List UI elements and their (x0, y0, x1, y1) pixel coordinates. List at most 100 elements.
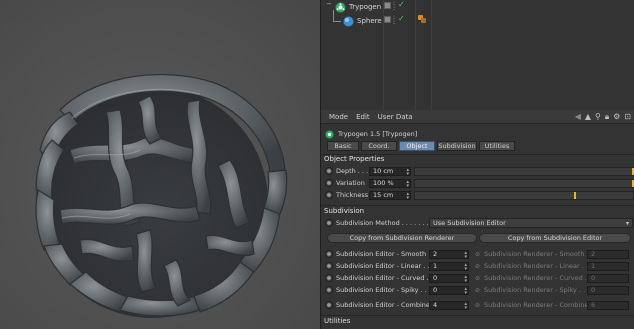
thickness-field[interactable]: 15 cm ▴ ▾ (369, 190, 411, 200)
spinner-icon[interactable]: ▴ ▾ (406, 179, 409, 188)
renderer-combined-value: 6 (591, 301, 596, 309)
subdivision-row: Subdivision Editor - Linear . . 1 ▴ ▾ ⊘ Su… (325, 261, 633, 271)
animate-radio-icon[interactable] (325, 301, 333, 309)
editor-combined-field[interactable]: 4 ▴ ▾ (429, 300, 469, 310)
variation-row: Variation 100 % ▴ ▾ (325, 178, 634, 188)
thickness-label: Thickness (336, 191, 369, 199)
section-subdivision: Subdivision (324, 207, 365, 215)
renderer-linear-field[interactable]: 1 (587, 261, 629, 271)
renderer-spiky-field[interactable]: 0 (587, 285, 629, 295)
object-manager: − Trypogen Sphere :: ✓ :: ✓ (320, 0, 634, 110)
trypogen-icon (325, 129, 334, 139)
renderer-smooth-label: Subdivision Renderer - Smooth (484, 250, 585, 258)
editor-linear-field[interactable]: 1 ▴ ▾ (429, 261, 469, 271)
editor-combined-label: Subdivision Editor - Combined (336, 301, 435, 309)
editor-smooth-value: 2 (433, 250, 438, 258)
spinner-icon[interactable]: ▴ ▾ (464, 250, 467, 259)
animate-radio-icon[interactable] (325, 250, 333, 258)
animate-radio-icon[interactable] (325, 167, 333, 175)
spinner-icon[interactable]: ▴ ▾ (464, 274, 467, 283)
new-panel-icon[interactable]: ⊡ (624, 112, 631, 122)
spinner-icon[interactable]: ▴ ▾ (406, 167, 409, 176)
layer-icon[interactable] (384, 2, 391, 9)
renderer-smooth-value: 2 (591, 250, 596, 258)
editor-smooth-field[interactable]: 2 ▴ ▾ (429, 249, 469, 259)
menu-mode[interactable]: Mode (329, 113, 348, 121)
sphere-icon (343, 16, 354, 26)
variation-field[interactable]: 100 % ▴ ▾ (369, 178, 411, 188)
3d-viewport[interactable] (0, 0, 320, 329)
section-utilities: Utilities (324, 317, 351, 325)
attribute-menu-bar: Mode Edit User Data ◀ ▲ ⚲ 🔒︎ ⚙ ⊡ (321, 110, 634, 124)
renderer-curved-label: Subdivision Renderer - Curved . . (484, 274, 592, 282)
attribute-title: Trypogen 1.5 [Trypogen] (325, 127, 417, 141)
animate-radio-icon[interactable] (325, 219, 333, 227)
up-arrow-icon[interactable]: ▲ (585, 112, 591, 122)
thickness-slider[interactable] (414, 190, 634, 200)
depth-label: Depth . . . . (336, 167, 373, 175)
renderer-linear-value: 1 (591, 262, 596, 270)
copy-from-editor-button[interactable]: Copy from Subdivision Editor (479, 233, 631, 243)
renderer-curved-value: 0 (591, 274, 596, 282)
editor-spiky-field[interactable]: 0 ▴ ▾ (429, 285, 469, 295)
spinner-icon[interactable]: ▴ ▾ (464, 262, 467, 271)
subdivision-method-row: Subdivision Method . . . . . . . . . Use… (325, 218, 633, 228)
chevron-down-icon: ▾ (625, 219, 629, 227)
spinner-icon[interactable]: ▴ ▾ (406, 191, 409, 200)
thickness-slider-knob[interactable] (574, 191, 576, 199)
back-arrow-icon[interactable]: ◀ (575, 112, 581, 122)
visibility-dots-icon[interactable]: :: (393, 1, 395, 12)
renderer-linear-label: Subdivision Renderer - Linear . . (484, 262, 588, 270)
tab-object[interactable]: Object (399, 141, 435, 151)
variation-value: 100 % (373, 179, 394, 187)
subdivision-method-dropdown[interactable]: Use Subdivision Editor ▾ (429, 218, 633, 228)
animate-radio-icon[interactable] (325, 286, 333, 294)
enabled-check-icon[interactable]: ✓ (398, 0, 405, 9)
link-icon: ⊘ (475, 286, 481, 294)
object-row-sphere[interactable]: Sphere (343, 14, 382, 28)
subdivision-row: Subdivision Editor - Spiky . . 0 ▴ ▾ ⊘ Sub… (325, 285, 633, 295)
animate-radio-icon[interactable] (325, 274, 333, 282)
link-icon: ⊘ (475, 250, 481, 258)
renderer-curved-field[interactable]: 0 (587, 273, 629, 283)
renderer-smooth-field[interactable]: 2 (587, 249, 629, 259)
lock-icon[interactable]: 🔒︎ (605, 112, 609, 122)
tab-subdivision[interactable]: Subdivision (437, 141, 477, 151)
search-icon[interactable]: ⚲ (595, 112, 601, 122)
spinner-icon[interactable]: ▴ ▾ (464, 301, 467, 310)
animate-radio-icon[interactable] (325, 191, 333, 199)
object-name[interactable]: Trypogen (349, 3, 381, 11)
phong-tag-icon[interactable] (418, 15, 426, 23)
depth-slider[interactable] (414, 166, 634, 176)
renderer-spiky-label: Subdivision Renderer - Spiky . . (484, 286, 586, 294)
subdivision-method-label: Subdivision Method . . . . . . . . . (336, 219, 437, 227)
visibility-dots-icon[interactable]: :: (393, 15, 395, 26)
editor-spiky-value: 0 (433, 286, 438, 294)
tab-utilities[interactable]: Utilities (479, 141, 515, 151)
settings-icon[interactable]: ⚙ (613, 112, 620, 122)
object-row-trypogen[interactable]: Trypogen (335, 0, 381, 14)
animate-radio-icon[interactable] (325, 262, 333, 270)
object-name[interactable]: Sphere (357, 17, 382, 25)
editor-linear-value: 1 (433, 262, 438, 270)
link-icon: ⊘ (475, 301, 481, 309)
expand-minus-icon[interactable]: − (326, 0, 332, 8)
renderer-combined-field[interactable]: 6 (587, 300, 629, 310)
tab-coord[interactable]: Coord. (361, 141, 397, 151)
menu-user-data[interactable]: User Data (378, 113, 413, 121)
editor-curved-field[interactable]: 0 ▴ ▾ (429, 273, 469, 283)
copy-from-renderer-button[interactable]: Copy from Subdivision Renderer (327, 233, 477, 243)
enabled-check-icon[interactable]: ✓ (398, 14, 405, 23)
variation-slider[interactable] (414, 178, 634, 188)
thickness-row: Thickness 15 cm ▴ ▾ (325, 190, 634, 200)
animate-radio-icon[interactable] (325, 179, 333, 187)
renderer-combined-label: Subdivision Renderer - Combined (484, 301, 593, 309)
tab-basic[interactable]: Basic (327, 141, 359, 151)
menu-edit[interactable]: Edit (356, 113, 370, 121)
object-title: Trypogen 1.5 [Trypogen] (338, 130, 418, 138)
thickness-value: 15 cm (373, 191, 394, 199)
layer-icon[interactable] (384, 16, 391, 23)
depth-field[interactable]: 10 cm ▴ ▾ (369, 166, 411, 176)
spinner-icon[interactable]: ▴ ▾ (464, 286, 467, 295)
attribute-manager: Mode Edit User Data ◀ ▲ ⚲ 🔒︎ ⚙ ⊡ Trypoge… (320, 110, 634, 329)
